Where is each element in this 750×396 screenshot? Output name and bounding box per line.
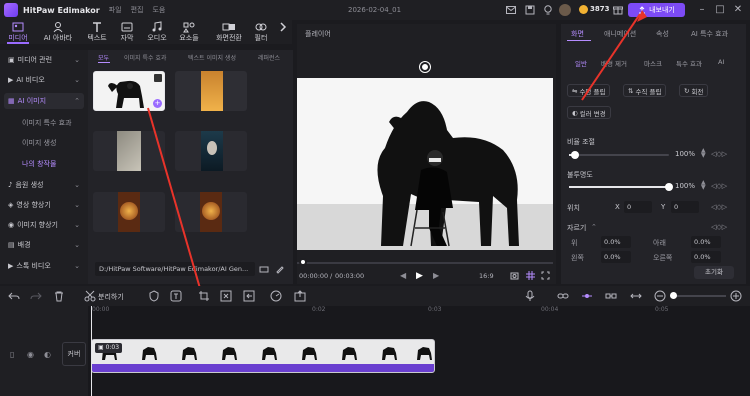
clip-audio-bar xyxy=(92,364,434,372)
shield-icon[interactable] xyxy=(148,290,160,302)
visibility-icon[interactable]: ◉ xyxy=(27,350,34,359)
snap-icon[interactable] xyxy=(581,290,593,302)
text-tool-icon[interactable] xyxy=(170,290,182,302)
reverse-icon[interactable] xyxy=(243,290,255,302)
redo-icon[interactable] xyxy=(30,290,42,302)
timeline[interactable]: 00:00 0:02 0:03 00:04 0:05 ▯ ◉ ◐ 커버 ▣ 0:… xyxy=(0,306,750,396)
freeze-icon[interactable] xyxy=(220,290,232,302)
lock-icon[interactable]: ▯ xyxy=(10,350,14,359)
link-icon[interactable] xyxy=(557,290,569,302)
crop-tool-icon[interactable] xyxy=(198,290,210,302)
zoom-slider-handle[interactable] xyxy=(670,292,677,299)
zoom-slider[interactable] xyxy=(670,295,726,297)
time-tick: 0:05 xyxy=(655,306,669,313)
microphone-icon[interactable] xyxy=(524,290,536,302)
zoom-in-icon[interactable] xyxy=(730,290,742,302)
chain-icon[interactable] xyxy=(605,290,617,302)
timeline-toolbar: 분리하기 xyxy=(0,286,750,306)
split-icon[interactable] xyxy=(84,290,96,302)
split-label[interactable]: 분리하기 xyxy=(98,292,124,302)
image-icon: ▣ xyxy=(98,344,104,351)
annotation-arrow-2 xyxy=(581,13,641,101)
mute-icon[interactable]: ◐ xyxy=(44,350,51,359)
clip-duration-badge: ▣ 0:03 xyxy=(95,343,123,353)
export-clip-icon[interactable] xyxy=(294,290,306,302)
time-tick: 0:03 xyxy=(428,306,442,313)
zoom-out-icon[interactable] xyxy=(654,290,666,302)
track-cover-button[interactable]: 커버 xyxy=(62,342,86,366)
delete-icon[interactable] xyxy=(53,290,65,302)
time-tick: 0:02 xyxy=(312,306,326,313)
speed-icon[interactable] xyxy=(270,290,282,302)
time-tick: 00:04 xyxy=(541,306,559,313)
fit-icon[interactable] xyxy=(630,290,642,302)
time-tick: 00:00 xyxy=(92,306,110,313)
undo-icon[interactable] xyxy=(8,290,20,302)
clip-duration: 0:03 xyxy=(105,344,120,351)
playhead[interactable] xyxy=(91,306,92,396)
timeline-clip[interactable]: ▣ 0:03 xyxy=(91,339,435,373)
